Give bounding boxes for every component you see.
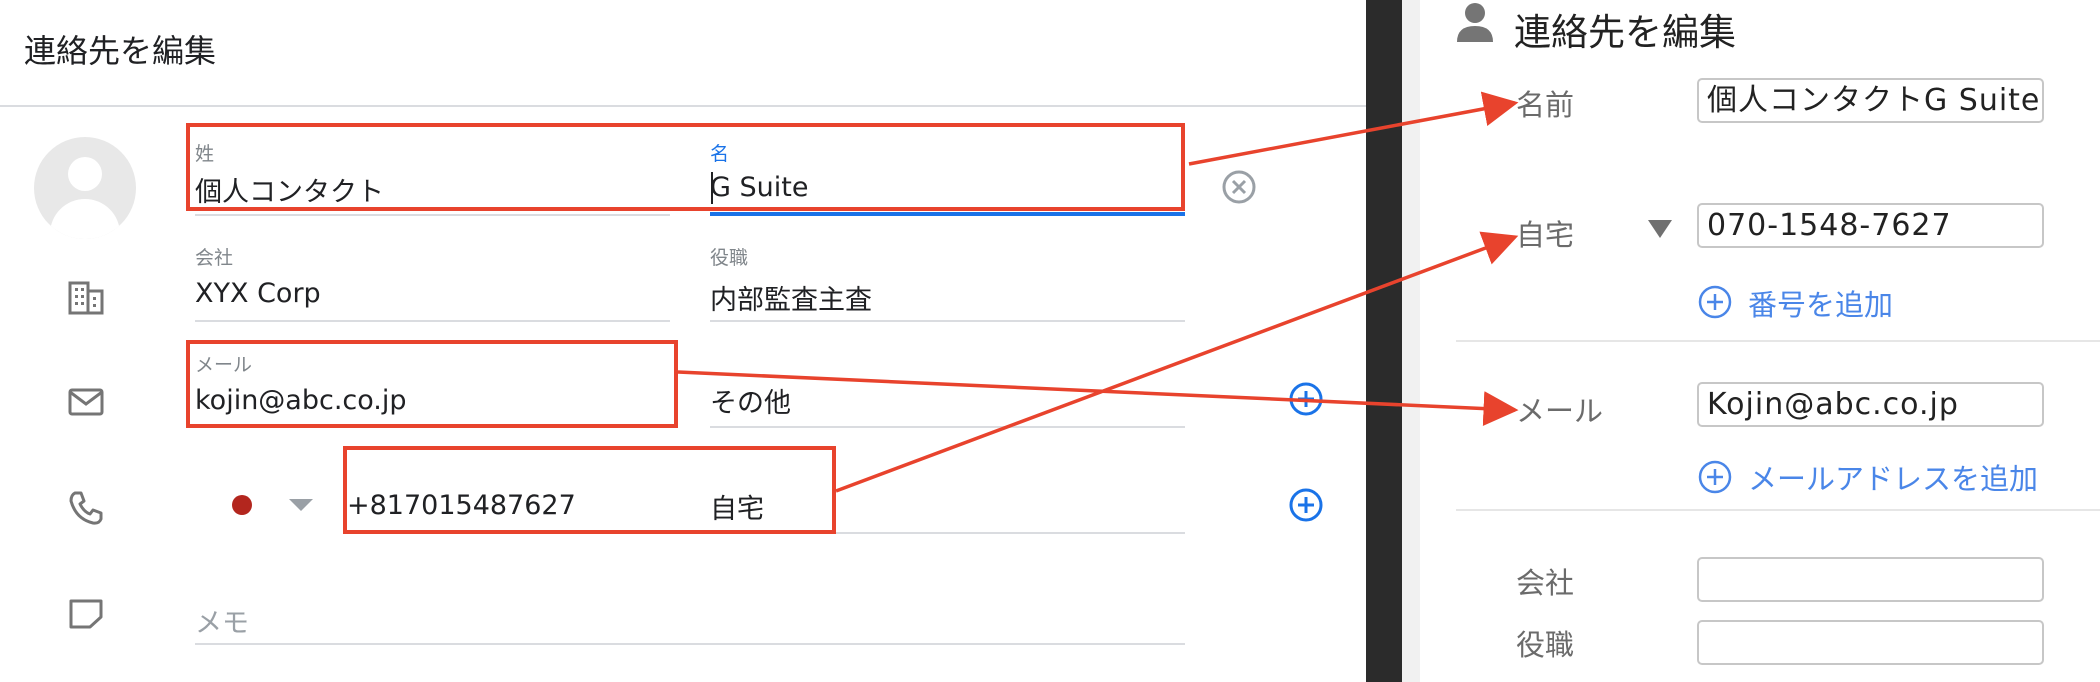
right-name-label: 名前 [1516,88,1575,122]
phone-type-dropdown-icon[interactable] [1647,219,1673,239]
email-highlight-box [186,340,678,428]
right-divider-1 [1456,340,2100,342]
building-icon [68,281,104,315]
phone-icon [69,491,103,525]
panel-divider-light [1402,0,1420,682]
header-divider [0,105,1366,107]
memo-input[interactable]: メモ [195,601,249,640]
right-job-title-label: 役職 [1516,628,1575,662]
right-job-title-input[interactable] [1697,620,2044,665]
right-page-title: 連絡先を編集 [1514,11,1736,54]
right-phone-label: 自宅 [1516,218,1575,252]
email-type-select[interactable]: その他 [710,381,791,420]
company-input[interactable]: XYX Corp [195,278,321,309]
company-label: 会社 [195,247,234,269]
right-phone-input[interactable]: 070-1548-7627 [1697,203,2044,248]
add-email-address-icon[interactable] [1697,459,1733,495]
right-divider-2 [1456,509,2100,511]
left-page-title: 連絡先を編集 [24,32,217,70]
note-icon [69,599,103,629]
name-highlight-box [186,123,1185,211]
right-company-input[interactable] [1697,557,2044,602]
right-name-input[interactable]: 個人コンタクトG Suite [1697,78,2044,123]
right-edit-panel: 連絡先を編集 名前 個人コンタクトG Suite 自宅 070-1548-762… [1420,0,2100,682]
first-name-underline [710,212,1185,216]
mail-icon [68,388,104,416]
last-name-underline [195,214,670,216]
memo-underline [195,643,1185,645]
panel-divider-dark [1366,0,1402,682]
add-email-icon[interactable] [1288,381,1324,417]
person-icon [1457,3,1493,42]
left-edit-panel: 連絡先を編集 姓 個人コンタクト 名 G Suite 会社 XYX Corp 役… [0,0,1366,682]
avatar-icon[interactable] [34,137,136,239]
add-email-address-link[interactable]: メールアドレスを追加 [1748,456,2038,498]
country-dropdown-icon[interactable] [287,497,315,513]
add-number-link[interactable]: 番号を追加 [1748,282,1893,324]
company-underline [195,320,670,322]
right-email-label: メール [1516,394,1604,428]
clear-icon[interactable] [1221,169,1257,205]
right-email-input[interactable]: Kojin@abc.co.jp [1697,382,2044,427]
phone-highlight-box [343,446,836,534]
add-number-icon[interactable] [1697,284,1733,320]
job-title-underline [710,320,1185,322]
add-phone-icon[interactable] [1288,487,1324,523]
country-flag-icon[interactable] [232,495,252,515]
job-title-label: 役職 [710,247,749,269]
email-type-underline [710,426,1185,428]
job-title-input[interactable]: 内部監査主査 [710,278,872,317]
right-company-label: 会社 [1516,566,1575,600]
